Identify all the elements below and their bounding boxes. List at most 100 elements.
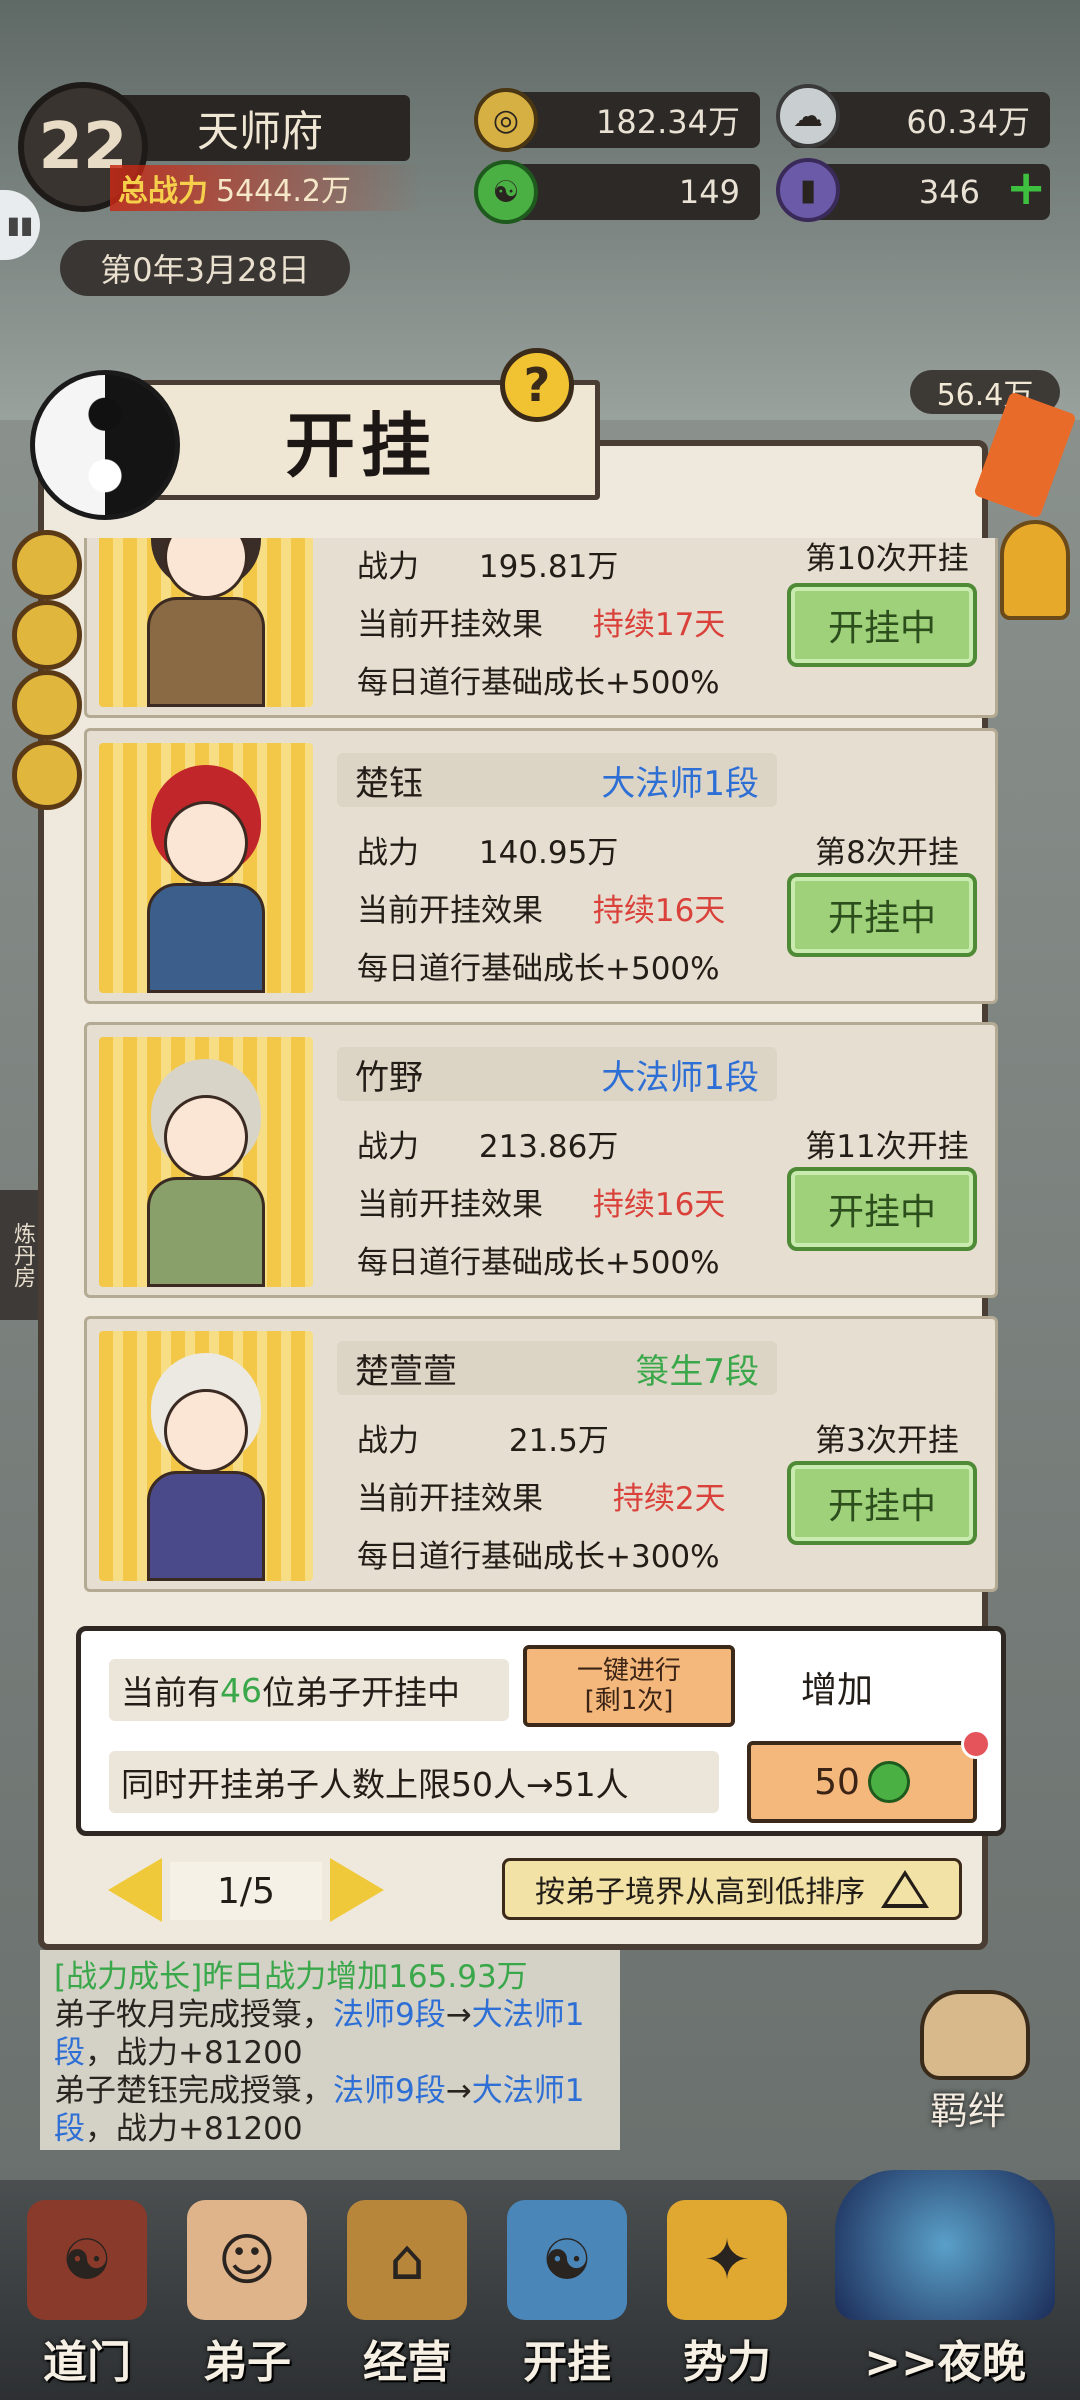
disciple-portrait[interactable] [99, 1331, 313, 1581]
power-value: 21.5万 [508, 1423, 609, 1459]
power-value: 140.95万 [478, 835, 619, 871]
effect-label: 当前开挂效果 [357, 893, 543, 929]
cheat-active-button[interactable]: 开挂中 [787, 583, 977, 667]
bond-label[interactable]: 羁绊 [930, 2080, 1006, 2135]
effect-row: 当前开挂效果 持续16天 [357, 885, 725, 930]
active-count: 46 [220, 1670, 262, 1710]
effect-duration: 持续2天 [612, 1481, 726, 1517]
effect-row: 当前开挂效果 持续2天 [357, 1473, 726, 1518]
nav-label: 势力 [683, 2337, 771, 2388]
house-name: 天师府 [110, 95, 410, 161]
disciple-name: 竹野 [355, 1057, 423, 1098]
effect-row: 当前开挂效果 持续16天 [357, 1179, 725, 1224]
nav-label: 开挂 [523, 2337, 611, 2388]
log-text: ，战力+81200 [85, 2035, 303, 2071]
active-prefix: 当前有 [121, 1673, 220, 1712]
disciple-card: 竹野 大法师1段 战力 213.86万 当前开挂效果 持续16天 每日道行基础成… [84, 1022, 998, 1298]
nav-night[interactable]: >>夜晚 [820, 2150, 1070, 2390]
effect-duration: 持续16天 [592, 1187, 726, 1223]
disciple-card: 楚钰 大法师1段 战力 140.95万 当前开挂效果 持续16天 每日道行基础成… [84, 728, 998, 1004]
total-power-label: 总战力 [118, 174, 208, 209]
coin-chain-icon [12, 740, 82, 810]
disciple-portrait[interactable] [99, 743, 313, 993]
jade-icon: ☯ [474, 160, 538, 224]
nav-business[interactable]: ⌂ 经营 [332, 2200, 482, 2390]
disciple-rank: 大法师1段 [601, 1057, 759, 1098]
power-row: 战力 21.5万 [357, 1415, 609, 1460]
nav-taoist-gate[interactable]: ☯ 道门 [12, 2200, 162, 2390]
log-text: 昨日战力增加165.93万 [202, 1959, 528, 1995]
bond-icon[interactable] [920, 1990, 1030, 2080]
disciple-rank: 箓生7段 [635, 1351, 759, 1392]
effect-label: 当前开挂效果 [357, 607, 543, 643]
growth-text: 每日道行基础成长+500% [357, 951, 720, 987]
log-rank-from: 法师9段 [333, 2073, 446, 2109]
cheat-active-button[interactable]: 开挂中 [787, 1167, 977, 1251]
nav-factions[interactable]: ✦ 势力 [652, 2200, 802, 2390]
add-token-button[interactable]: + [1006, 160, 1046, 216]
log-arrow: → [445, 1997, 472, 2033]
total-power-value: 5444.2万 [216, 174, 351, 209]
power-value: 195.81万 [478, 549, 619, 585]
notification-dot [961, 1729, 991, 1759]
panel-title: 开挂 [285, 404, 437, 487]
increase-limit-button[interactable]: 50 [747, 1741, 977, 1823]
log-line: [战力成长]昨日战力增加165.93万 [54, 1958, 606, 1996]
game-date: 第0年3月28日 [60, 240, 350, 296]
log-tag: [战力成长] [54, 1959, 203, 1995]
bell-icon [1000, 520, 1070, 620]
shop-icon: ⌂ [347, 2200, 467, 2320]
sort-label: 按弟子境界从高到低排序 [535, 1875, 865, 1910]
name-bar: 楚萱萱 箓生7段 [337, 1341, 777, 1395]
yinyang-icon [30, 370, 180, 520]
disciple-name: 楚钰 [355, 763, 423, 804]
coin-chain-icon [12, 600, 82, 670]
disciple-rank: 大法师1段 [601, 763, 759, 804]
disciple-name: 楚萱萱 [355, 1351, 457, 1392]
one-key-button[interactable]: 一键进行 [剩1次] [523, 1645, 735, 1727]
next-page-button[interactable] [330, 1858, 384, 1922]
effect-label: 当前开挂效果 [357, 1187, 543, 1223]
power-row: 战力 213.86万 [357, 1121, 618, 1166]
log-text: ，战力+81200 [85, 2111, 303, 2147]
limit-text: 同时开挂弟子人数上限50人→51人 [109, 1751, 719, 1813]
temple-icon: ☯ [27, 2200, 147, 2320]
growth-text: 每日道行基础成长+300% [357, 1539, 720, 1575]
power-row: 战力 195.81万 [357, 541, 618, 586]
jade-icon [867, 1761, 910, 1803]
power-row: 战力 140.95万 [357, 827, 618, 872]
disciple-portrait[interactable] [99, 1037, 313, 1287]
event-log: [战力成长]昨日战力增加165.93万 弟子牧月完成授箓，法师9段→大法师1段，… [40, 1950, 620, 2150]
nav-label: >>夜晚 [864, 2337, 1026, 2388]
prev-page-button[interactable] [108, 1858, 162, 1922]
cheat-active-button[interactable]: 开挂中 [787, 873, 977, 957]
cheat-count: 第11次开挂 [805, 1129, 969, 1165]
nav-label: 弟子 [203, 2337, 291, 2388]
nav-label: 道门 [43, 2337, 131, 2388]
cost-value: 50 [814, 1761, 860, 1803]
power-value: 213.86万 [478, 1129, 619, 1165]
sort-button[interactable]: 按弟子境界从高到低排序 [502, 1858, 962, 1920]
name-bar: 竹野 大法师1段 [337, 1047, 777, 1101]
cheat-active-button[interactable]: 开挂中 [787, 1461, 977, 1545]
log-text: 弟子楚钰完成授箓， [54, 2073, 333, 2109]
disciple-list[interactable]: 战力 195.81万 当前开挂效果 持续17天 每日道行基础成长+500% 第1… [84, 538, 998, 1596]
night-monster-icon [835, 2170, 1055, 2320]
log-line: 弟子楚钰完成授箓，法师9段→大法师1段，战力+81200 [54, 2072, 606, 2148]
effect-row: 当前开挂效果 持续17天 [357, 599, 725, 644]
log-line: 弟子牧月完成授箓，法师9段→大法师1段，战力+81200 [54, 1996, 606, 2072]
one-key-label: 一键进行 [576, 1656, 681, 1686]
sort-triangle-icon [881, 1870, 929, 1908]
effect-duration: 持续17天 [592, 607, 726, 643]
cheat-summary-box: 当前有 46 位弟子开挂中 一键进行 [剩1次] 增加 同时开挂弟子人数上限50… [76, 1626, 1006, 1836]
help-button[interactable]: ? [500, 348, 574, 422]
effect-label: 当前开挂效果 [357, 1481, 543, 1517]
nav-cheat[interactable]: ☯ 开挂 [492, 2200, 642, 2390]
nav-disciples[interactable]: ☺ 弟子 [172, 2200, 322, 2390]
coin-icon: ◎ [474, 88, 538, 152]
cheat-count: 第10次开挂 [805, 541, 969, 577]
one-key-remaining: [剩1次] [584, 1686, 674, 1716]
log-rank-from: 法师9段 [333, 1997, 446, 2033]
disciple-portrait[interactable] [99, 538, 313, 707]
disciple-icon: ☺ [187, 2200, 307, 2320]
